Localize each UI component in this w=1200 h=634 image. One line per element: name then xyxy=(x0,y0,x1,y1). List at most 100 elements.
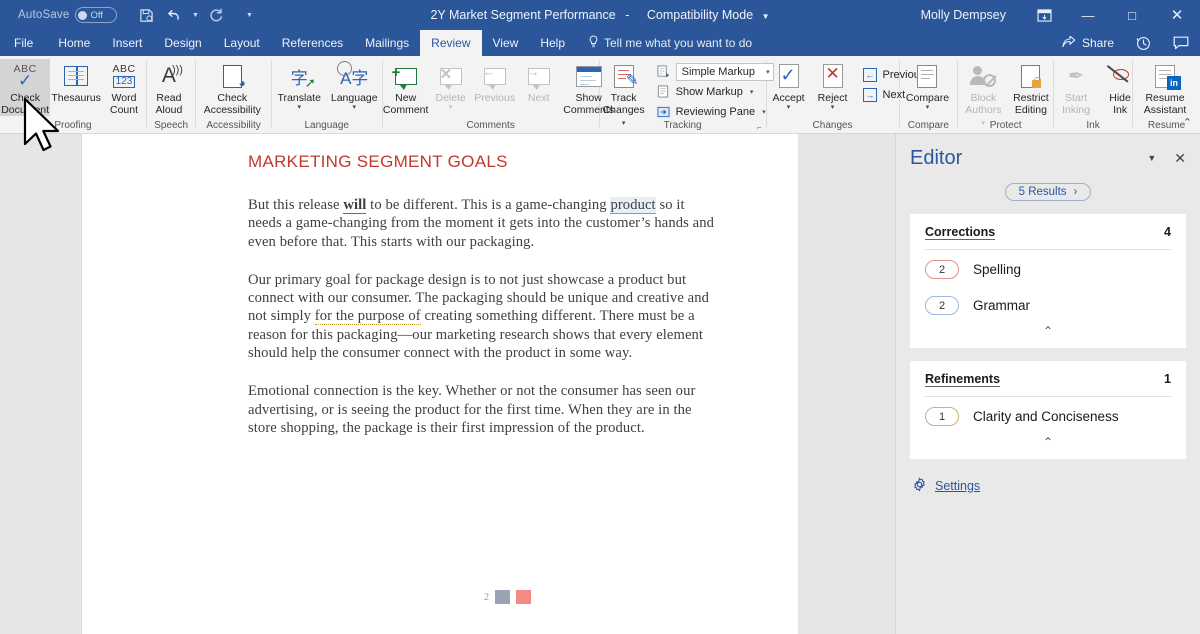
next-comment-button[interactable]: → Next xyxy=(517,59,561,104)
document-page[interactable]: MARKETING SEGMENT GOALS But this release… xyxy=(82,134,798,634)
block-authors-label-2: Authors xyxy=(965,104,1001,116)
chevron-down-icon: ▾ xyxy=(762,108,766,116)
tell-me-search[interactable]: Tell me what you want to do xyxy=(576,30,752,56)
check-document-label-2: Document xyxy=(1,104,49,116)
start-inking-button[interactable]: ✒ Start Inking xyxy=(1054,59,1098,116)
corrections-collapse-icon[interactable]: ⌃ xyxy=(925,322,1171,344)
reviewing-pane-icon xyxy=(656,106,671,118)
tab-insert[interactable]: Insert xyxy=(101,30,153,56)
category-row-grammar[interactable]: 2 Grammar xyxy=(925,289,1171,322)
corrections-count: 4 xyxy=(1164,225,1171,239)
language-button[interactable]: A字 Language ▾ xyxy=(327,59,382,112)
share-button[interactable]: Share xyxy=(1052,36,1124,51)
restrict-editing-button[interactable]: Restrict Editing xyxy=(1009,59,1054,116)
check-accessibility-label-2: Accessibility xyxy=(204,104,261,116)
results-row: 5 Results › xyxy=(910,183,1186,201)
tab-layout[interactable]: Layout xyxy=(213,30,271,56)
restrict-editing-icon xyxy=(1021,61,1040,91)
new-comment-button[interactable]: + New Comment xyxy=(383,59,429,116)
ribbon-group-label-protect: Protect xyxy=(958,118,1053,133)
category-row-clarity[interactable]: 1 Clarity and Conciseness xyxy=(925,400,1171,433)
clarity-suggestion-phrase[interactable]: for the purpose of xyxy=(315,308,421,325)
corrections-header: Corrections 4 xyxy=(925,225,1171,250)
thesaurus-icon xyxy=(64,61,88,91)
clarity-count-pill: 1 xyxy=(925,407,959,426)
resume-assistant-label-1: Resume xyxy=(1145,92,1184,104)
resume-assistant-button[interactable]: in Resume Assistant xyxy=(1133,59,1197,116)
tab-review[interactable]: Review xyxy=(420,30,481,56)
check-document-button[interactable]: ABC✓ Check Document xyxy=(0,59,50,116)
translate-button[interactable]: 字➚ Translate ▾ xyxy=(272,59,327,112)
close-button[interactable]: ✕ xyxy=(1154,0,1200,30)
delete-comment-dropdown-icon[interactable]: ▾ xyxy=(449,104,453,112)
tab-file[interactable]: File xyxy=(0,30,47,56)
tab-references[interactable]: References xyxy=(271,30,354,56)
previous-comment-button[interactable]: ← Previous xyxy=(473,59,517,104)
collapse-ribbon-icon[interactable]: ⌃ xyxy=(1183,116,1192,129)
tell-me-label: Tell me what you want to do xyxy=(604,36,752,50)
document-paragraph-2: Our primary goal for package design is t… xyxy=(248,271,718,362)
ribbon-group-label-accessibility: Accessibility xyxy=(196,117,271,133)
reject-dropdown-icon[interactable]: ▾ xyxy=(831,104,835,112)
thesaurus-label: Thesaurus xyxy=(51,92,101,104)
corrections-card: Corrections 4 2 Spelling 2 Grammar ⌃ xyxy=(910,214,1186,348)
read-aloud-button[interactable]: A))) Read Aloud xyxy=(147,59,191,116)
editor-title: Editor xyxy=(910,147,962,170)
comments-icon[interactable] xyxy=(1162,36,1200,50)
reject-change-button[interactable]: ✕ Reject ▾ xyxy=(811,59,855,112)
ribbon-tab-bar: File Home Insert Design Layout Reference… xyxy=(0,30,1200,56)
customize-qat-icon[interactable]: ▼ xyxy=(243,3,255,27)
translate-dropdown-icon[interactable]: ▾ xyxy=(297,104,301,112)
corrections-title: Corrections xyxy=(925,225,995,240)
ribbon-group-label-speech: Speech xyxy=(147,117,195,133)
save-icon[interactable] xyxy=(133,3,159,27)
autosave-knob xyxy=(78,11,87,20)
markup-view-value[interactable]: Simple Markup ▾ xyxy=(676,63,774,81)
editor-settings-row[interactable]: Settings xyxy=(910,477,1186,495)
account-name[interactable]: Molly Dempsey xyxy=(921,8,1006,22)
chevron-down-icon[interactable]: ▼ xyxy=(1147,153,1156,163)
tab-design[interactable]: Design xyxy=(153,30,212,56)
track-changes-icon: ✎ xyxy=(614,61,634,91)
spelling-error-word[interactable]: product xyxy=(610,197,655,214)
gear-icon xyxy=(912,477,927,495)
autosave-control[interactable]: AutoSave Off xyxy=(18,7,117,23)
thesaurus-button[interactable]: Thesaurus xyxy=(50,59,102,104)
tab-help[interactable]: Help xyxy=(529,30,576,56)
maximize-button[interactable]: □ xyxy=(1110,0,1154,30)
history-icon[interactable] xyxy=(1124,36,1162,51)
tracking-dialog-launcher[interactable]: ⌐ xyxy=(757,123,762,132)
minimize-button[interactable]: — xyxy=(1066,0,1110,30)
undo-icon[interactable] xyxy=(161,3,187,27)
redo-icon[interactable] xyxy=(203,3,229,27)
close-icon[interactable]: ✕ xyxy=(1174,150,1186,167)
quick-access-toolbar: ▼ ▼ xyxy=(133,3,255,27)
tab-mailings[interactable]: Mailings xyxy=(354,30,420,56)
results-button[interactable]: 5 Results › xyxy=(1005,183,1092,201)
check-accessibility-button[interactable]: ◕ Check Accessibility xyxy=(196,59,268,116)
start-inking-label-2: Inking xyxy=(1062,104,1090,116)
settings-link[interactable]: Settings xyxy=(935,479,980,493)
compare-button[interactable]: Compare ▾ xyxy=(899,59,955,112)
accept-dropdown-icon[interactable]: ▾ xyxy=(787,104,791,112)
undo-dropdown-icon[interactable]: ▼ xyxy=(189,3,201,27)
ribbon-group-comments: + New Comment ✕ Delete ▾ ← xyxy=(383,56,599,133)
language-dropdown-icon[interactable]: ▾ xyxy=(352,104,356,112)
tab-view[interactable]: View xyxy=(482,30,530,56)
autosave-toggle[interactable]: Off xyxy=(75,7,117,23)
refinements-collapse-icon[interactable]: ⌃ xyxy=(925,433,1171,455)
ribbon-group-compare: Compare ▾ Compare xyxy=(899,56,957,133)
accept-change-button[interactable]: ✓ Accept ▾ xyxy=(767,59,811,112)
document-paragraph-3: Emotional connection is the key. Whether… xyxy=(248,382,718,437)
editor-pane: Editor ▼ ✕ 5 Results › Corrections 4 2 S… xyxy=(895,134,1200,634)
tab-home[interactable]: Home xyxy=(47,30,101,56)
markup-view-dropdown[interactable]: Simple Markup ▾ xyxy=(652,62,778,81)
category-row-spelling[interactable]: 2 Spelling xyxy=(925,253,1171,286)
next-comment-icon: → xyxy=(526,61,552,91)
title-dropdown-icon[interactable]: ▼ xyxy=(762,12,770,21)
word-count-button[interactable]: ABC123 Word Count xyxy=(102,59,146,116)
delete-comment-button[interactable]: ✕ Delete ▾ xyxy=(429,59,473,112)
compare-dropdown-icon[interactable]: ▾ xyxy=(926,104,930,112)
ribbon-display-options-icon[interactable] xyxy=(1022,0,1066,30)
show-markup-menu[interactable]: Show Markup ▾ xyxy=(652,82,778,101)
